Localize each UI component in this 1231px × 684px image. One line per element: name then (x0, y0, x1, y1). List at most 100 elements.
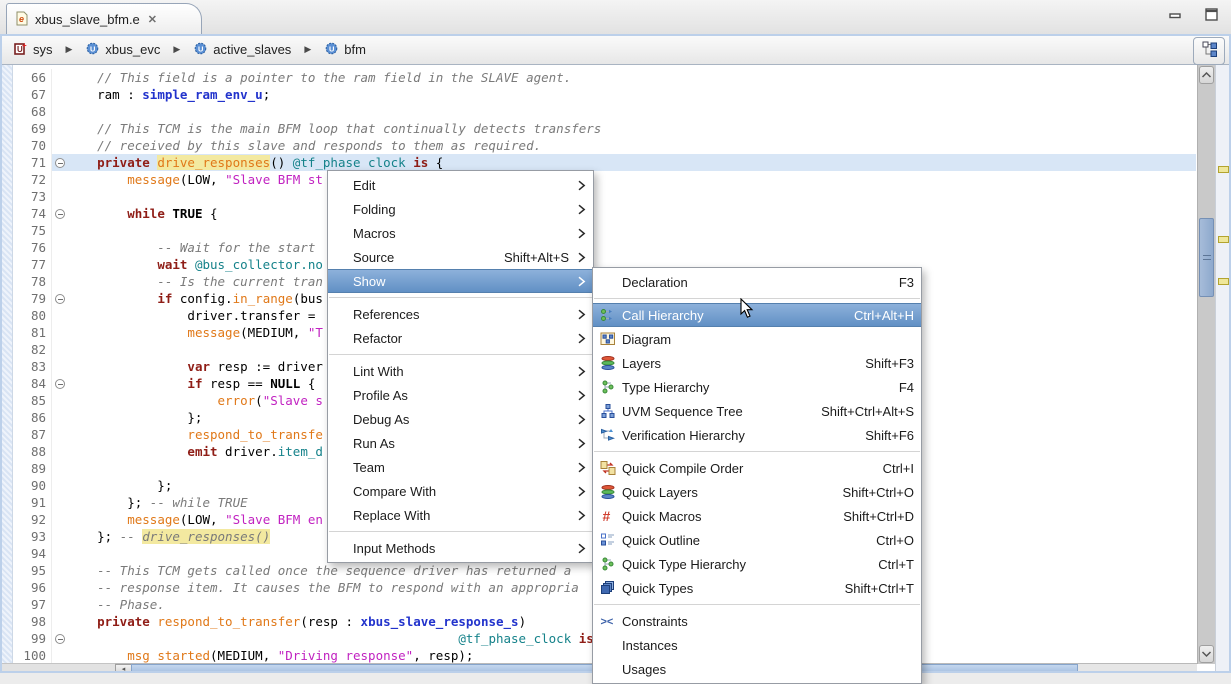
vertical-scrollbar[interactable] (1197, 65, 1216, 664)
breadcrumb-item-sys[interactable]: U+ sys (10, 39, 56, 61)
menu-item-show[interactable]: Show (328, 269, 593, 293)
line-number[interactable]: 84 (12, 376, 51, 391)
code-line[interactable]: 74 while TRUE { (12, 205, 1196, 222)
occurrence-marker[interactable] (1218, 166, 1229, 173)
menu-item-instances[interactable]: Instances (593, 633, 921, 657)
line-number[interactable]: 91 (12, 495, 51, 510)
line-number[interactable]: 81 (12, 325, 51, 340)
line-number[interactable]: 70 (12, 138, 51, 153)
code-text[interactable]: // This TCM is the main BFM loop that co… (67, 120, 1196, 137)
line-number[interactable]: 68 (12, 104, 51, 119)
menu-item-quick-layers[interactable]: Quick LayersShift+Ctrl+O (593, 480, 921, 504)
menu-item-call-hierarchy[interactable]: Call HierarchyCtrl+Alt+H (593, 303, 921, 327)
tab-close-icon[interactable]: ✕ (148, 13, 157, 26)
fold-marker[interactable] (51, 375, 67, 392)
fold-marker[interactable] (51, 290, 67, 307)
line-number[interactable]: 97 (12, 597, 51, 612)
code-text[interactable]: private drive_responses() @tf_phase cloc… (67, 154, 1196, 171)
menu-item-diagram[interactable]: Diagram (593, 327, 921, 351)
menu-item-debug-as[interactable]: Debug As (328, 407, 593, 431)
line-number[interactable]: 93 (12, 529, 51, 544)
menu-item-quick-outline[interactable]: Quick OutlineCtrl+O (593, 528, 921, 552)
menu-item-profile-as[interactable]: Profile As (328, 383, 593, 407)
menu-item-type-hierarchy[interactable]: Type HierarchyF4 (593, 375, 921, 399)
scroll-up-icon[interactable] (1199, 66, 1214, 84)
menu-item-replace-with[interactable]: Replace With (328, 503, 593, 527)
tab-xbus-slave-bfm[interactable]: e xbus_slave_bfm.e ✕ (6, 3, 202, 35)
code-line[interactable]: 75 (12, 222, 1196, 239)
fold-marker[interactable] (51, 154, 67, 171)
line-number[interactable]: 66 (12, 70, 51, 85)
code-line[interactable]: 68 (12, 103, 1196, 120)
menu-item-references[interactable]: References (328, 302, 593, 326)
line-number[interactable]: 92 (12, 512, 51, 527)
line-number[interactable]: 90 (12, 478, 51, 493)
collapse-icon[interactable] (55, 209, 65, 219)
line-number[interactable]: 98 (12, 614, 51, 629)
menu-item-macros[interactable]: Macros (328, 221, 593, 245)
menu-item-layers[interactable]: LayersShift+F3 (593, 351, 921, 375)
code-line[interactable]: 67 ram : simple_ram_env_u; (12, 86, 1196, 103)
code-line[interactable]: 70 // received by this slave and respond… (12, 137, 1196, 154)
code-text[interactable]: -- Wait for the start (67, 239, 1196, 256)
menu-item-refactor[interactable]: Refactor (328, 326, 593, 350)
collapse-icon[interactable] (55, 294, 65, 304)
line-number[interactable]: 67 (12, 87, 51, 102)
menu-item-input-methods[interactable]: Input Methods (328, 536, 593, 560)
line-number[interactable]: 100 (12, 648, 51, 663)
line-number[interactable]: 76 (12, 240, 51, 255)
menu-item-lint-with[interactable]: Lint With (328, 359, 593, 383)
code-line[interactable]: 71 private drive_responses() @tf_phase c… (12, 154, 1196, 171)
line-number[interactable]: 73 (12, 189, 51, 204)
line-number[interactable]: 71 (12, 155, 51, 170)
fold-marker[interactable] (51, 630, 67, 647)
menu-item-usages[interactable]: Usages (593, 657, 921, 681)
menu-item-compare-with[interactable]: Compare With (328, 479, 593, 503)
line-number[interactable]: 83 (12, 359, 51, 374)
line-number[interactable]: 79 (12, 291, 51, 306)
occurrence-marker[interactable] (1218, 278, 1229, 285)
breadcrumb-item-xbus-evc[interactable]: U xbus_evc (82, 39, 163, 61)
menu-item-quick-type-hierarchy[interactable]: Quick Type HierarchyCtrl+T (593, 552, 921, 576)
code-text[interactable]: ram : simple_ram_env_u; (67, 86, 1196, 103)
menu-item-verification-hierarchy[interactable]: Verification HierarchyShift+F6 (593, 423, 921, 447)
menu-item-folding[interactable]: Folding (328, 197, 593, 221)
line-number[interactable]: 87 (12, 427, 51, 442)
line-number[interactable]: 69 (12, 121, 51, 136)
code-text[interactable]: // This field is a pointer to the ram fi… (67, 69, 1196, 86)
minimize-icon[interactable] (1167, 6, 1185, 24)
line-number[interactable]: 75 (12, 223, 51, 238)
scroll-left-icon[interactable]: ◂ (115, 664, 132, 673)
line-number[interactable]: 89 (12, 461, 51, 476)
line-number[interactable]: 94 (12, 546, 51, 561)
collapse-icon[interactable] (55, 379, 65, 389)
line-number[interactable]: 77 (12, 257, 51, 272)
code-line[interactable]: 76 -- Wait for the start (12, 239, 1196, 256)
code-line[interactable]: 73 (12, 188, 1196, 205)
scroll-down-icon[interactable] (1199, 645, 1214, 663)
line-number[interactable]: 80 (12, 308, 51, 323)
line-number[interactable]: 96 (12, 580, 51, 595)
code-line[interactable]: 66 // This field is a pointer to the ram… (12, 69, 1196, 86)
collapse-icon[interactable] (55, 158, 65, 168)
code-text[interactable]: message(LOW, "Slave BFM st (67, 171, 1196, 188)
line-number[interactable]: 85 (12, 393, 51, 408)
hierarchy-view-button[interactable] (1193, 37, 1225, 65)
line-number[interactable]: 82 (12, 342, 51, 357)
code-line[interactable]: 69 // This TCM is the main BFM loop that… (12, 120, 1196, 137)
maximize-icon[interactable] (1203, 6, 1221, 24)
breadcrumb-item-bfm[interactable]: U bfm (321, 39, 369, 61)
menu-item-quick-compile-order[interactable]: Quick Compile OrderCtrl+I (593, 456, 921, 480)
line-number[interactable]: 78 (12, 274, 51, 289)
menu-item-quick-macros[interactable]: #Quick MacrosShift+Ctrl+D (593, 504, 921, 528)
menu-item-declaration[interactable]: DeclarationF3 (593, 270, 921, 294)
menu-item-team[interactable]: Team (328, 455, 593, 479)
line-number[interactable]: 99 (12, 631, 51, 646)
menu-item-uvm-sequence-tree[interactable]: UVM Sequence TreeShift+Ctrl+Alt+S (593, 399, 921, 423)
code-text[interactable]: while TRUE { (67, 205, 1196, 222)
occurrence-marker[interactable] (1218, 236, 1229, 243)
collapse-icon[interactable] (55, 634, 65, 644)
menu-item-edit[interactable]: Edit (328, 173, 593, 197)
line-number[interactable]: 86 (12, 410, 51, 425)
line-number[interactable]: 88 (12, 444, 51, 459)
